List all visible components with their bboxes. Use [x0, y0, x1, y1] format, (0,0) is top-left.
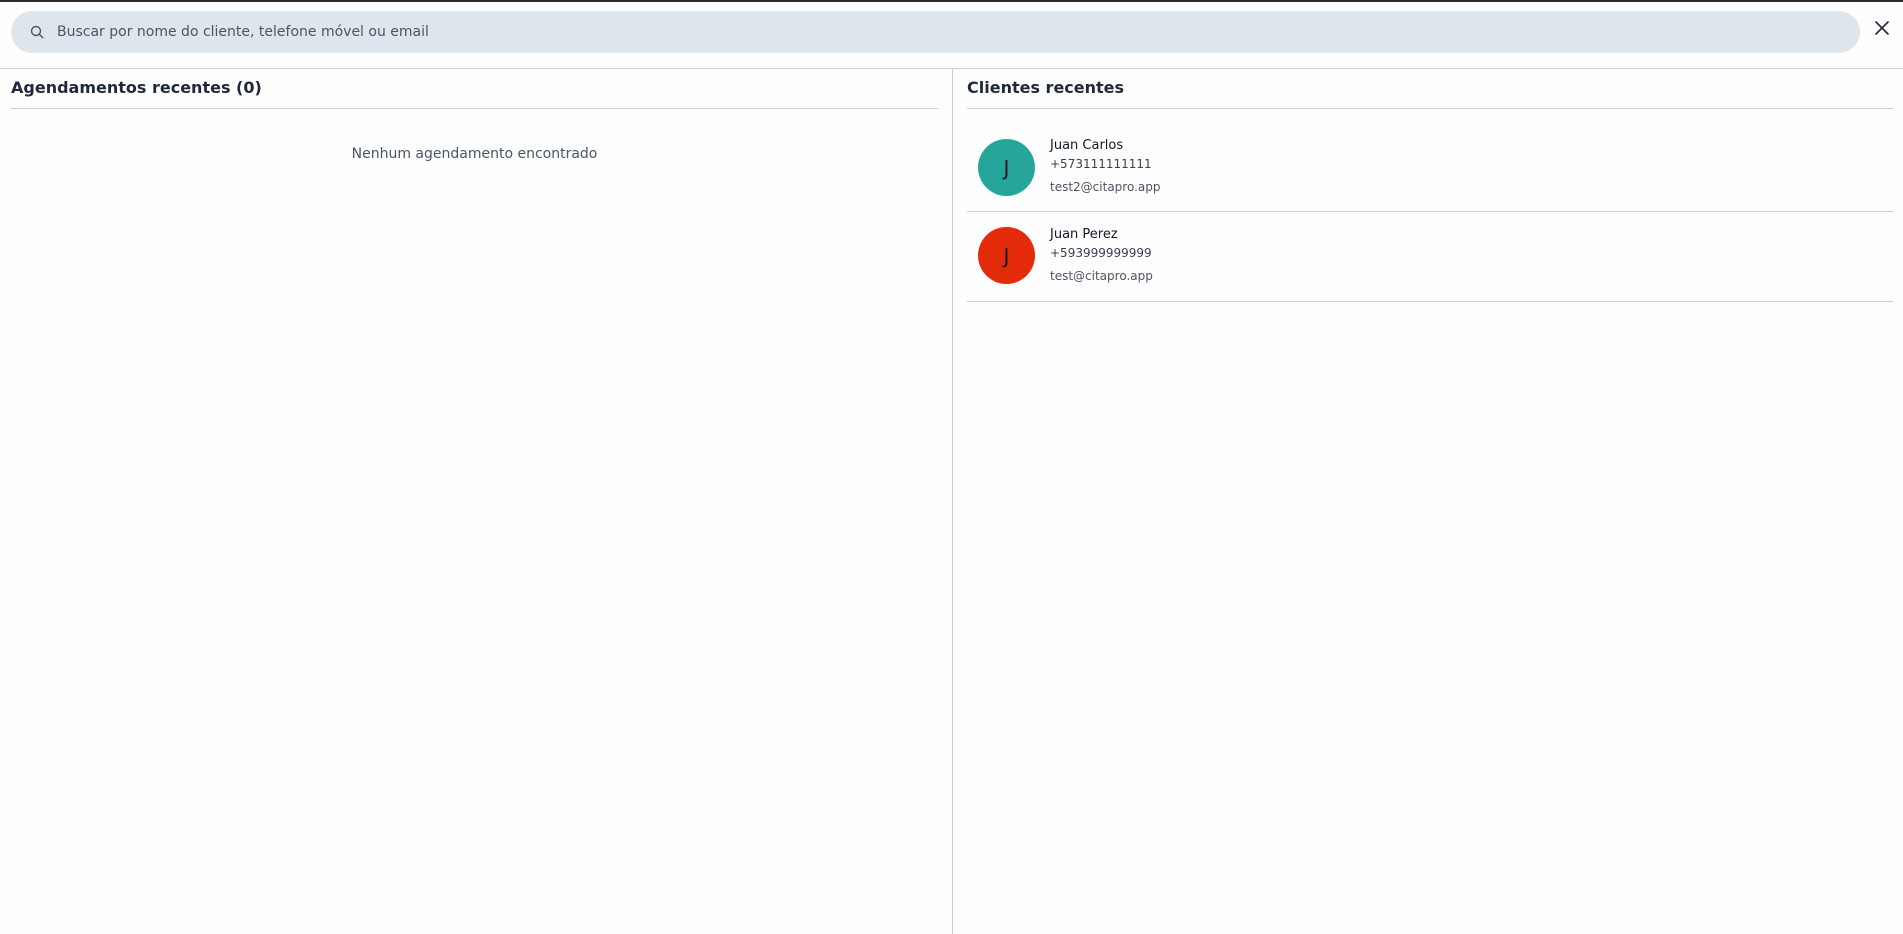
appointments-title: Agendamentos recentes (0) — [11, 78, 262, 97]
avatar: J — [978, 227, 1035, 284]
search-input[interactable] — [55, 11, 1860, 53]
client-phone: +573111111111 — [1050, 157, 1152, 171]
search-icon — [29, 24, 45, 40]
close-icon — [1875, 20, 1889, 39]
clients-title: Clientes recentes — [967, 78, 1125, 97]
avatar: J — [978, 139, 1035, 196]
client-name: Juan Perez — [1050, 227, 1118, 242]
search-bar[interactable] — [11, 11, 1860, 53]
appointments-empty-message: Nenhum agendamento encontrado — [351, 146, 598, 162]
client-email: test2@citapro.app — [1050, 180, 1161, 194]
appointments-title-rule — [11, 108, 938, 109]
client-list: J Juan Carlos +573111111111 test2@citapr… — [967, 109, 1893, 302]
client-item[interactable]: J Juan Perez +593999999999 test@citapro.… — [967, 212, 1893, 302]
client-item[interactable]: J Juan Carlos +573111111111 test2@citapr… — [967, 109, 1893, 212]
client-name: Juan Carlos — [1050, 138, 1124, 153]
top-border — [0, 0, 1903, 2]
close-button[interactable] — [1871, 18, 1893, 40]
panel-divider — [952, 68, 953, 934]
client-email: test@citapro.app — [1050, 269, 1153, 283]
client-phone: +593999999999 — [1050, 246, 1152, 260]
